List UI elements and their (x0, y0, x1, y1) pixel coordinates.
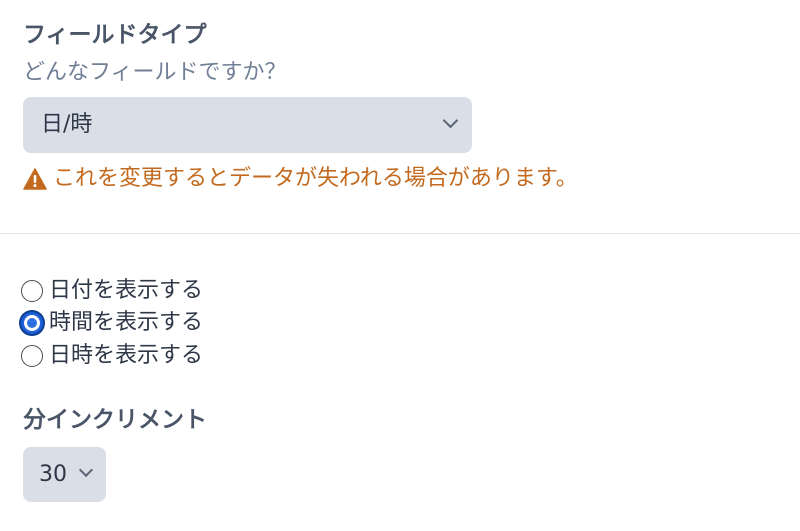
radio-label-show-date: 日付を表示する (49, 278, 204, 303)
section-divider (0, 233, 800, 234)
radio-show-time[interactable] (21, 312, 43, 334)
chevron-down-icon (78, 462, 94, 478)
warning-triangle-icon (23, 168, 47, 190)
radio-option-show-time[interactable]: 時間を表示する (21, 307, 203, 339)
chevron-down-icon (442, 112, 459, 129)
data-loss-warning: これを変更するとデータが失われる場合があります。 (23, 163, 578, 195)
radio-show-date[interactable] (21, 280, 43, 302)
field-type-title: フィールドタイプ (23, 22, 207, 48)
radio-show-datetime[interactable] (21, 345, 43, 367)
radio-label-show-time: 時間を表示する (49, 310, 204, 335)
minute-increment-title: 分インクリメント (23, 407, 207, 433)
radio-option-show-date[interactable]: 日付を表示する (21, 275, 203, 307)
minute-increment-selected-value: 30 (39, 462, 67, 487)
radio-option-show-datetime[interactable]: 日時を表示する (21, 340, 203, 372)
field-type-selected-value: 日/時 (41, 112, 93, 137)
field-type-select[interactable]: 日/時 (23, 97, 472, 153)
field-settings-panel: フィールドタイプ どんなフィールドですか？ 日/時 これを変更するとデータが失わ… (0, 0, 800, 531)
field-type-help-text: どんなフィールドですか？ (23, 60, 287, 85)
warning-text: これを変更するとデータが失われる場合があります。 (53, 166, 578, 191)
minute-increment-select[interactable]: 30 (23, 447, 106, 502)
radio-label-show-datetime: 日時を表示する (49, 343, 204, 368)
